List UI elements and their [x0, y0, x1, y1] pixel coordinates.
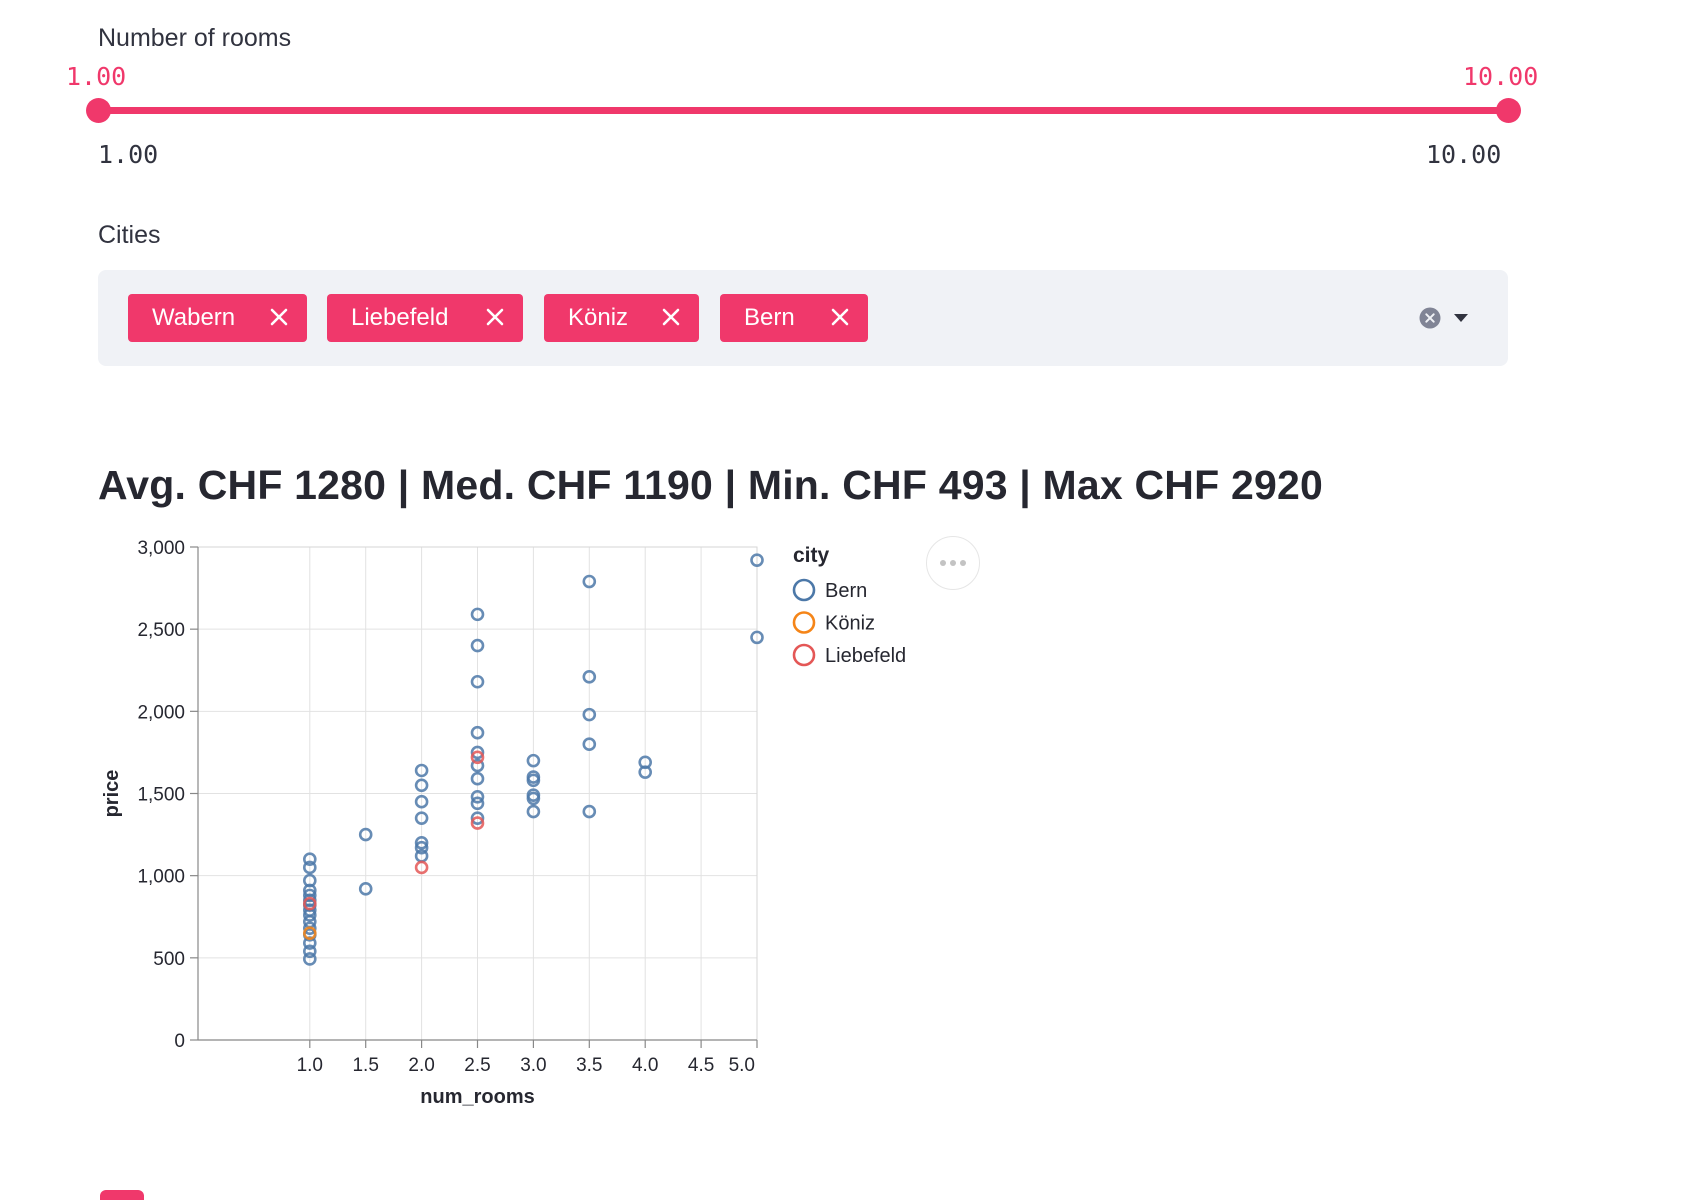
cities-label: Cities: [98, 221, 161, 249]
remove-chip-icon[interactable]: [267, 305, 291, 329]
y-tick-label: 0: [174, 1031, 185, 1052]
legend-title: city: [793, 544, 830, 567]
slider-thumb-min[interactable]: [86, 98, 111, 123]
city-chip-wabern: Wabern: [128, 294, 307, 342]
cities-multiselect[interactable]: Wabern Liebefeld Köniz Bern: [98, 270, 1508, 366]
y-tick-label: 2,000: [137, 702, 185, 723]
legend-label: Liebefeld: [825, 645, 906, 667]
chip-label: Wabern: [152, 304, 236, 331]
x-tick-label: 1.5: [352, 1055, 378, 1076]
y-tick-label: 2,500: [137, 620, 185, 641]
x-tick-label: 2.5: [464, 1055, 490, 1076]
x-tick-label: 3.0: [520, 1055, 546, 1076]
clear-circle-icon[interactable]: [1419, 307, 1441, 329]
remove-chip-icon[interactable]: [828, 305, 852, 329]
x-axis-title: num_rooms: [420, 1086, 534, 1108]
price-stats-heading: Avg. CHF 1280 | Med. CHF 1190 | Min. CHF…: [98, 462, 1323, 508]
y-tick-label: 1,500: [137, 785, 185, 806]
chip-label: Liebefeld: [351, 304, 449, 331]
legend-symbol: [792, 643, 816, 667]
city-chip-liebefeld: Liebefeld: [327, 294, 523, 342]
legend-symbol: [792, 578, 816, 602]
city-chip-bern: Bern: [720, 294, 868, 342]
slider-label: Number of rooms: [98, 24, 292, 52]
slider-range-min: 1.00: [98, 140, 159, 169]
x-tick-label: 4.5: [688, 1055, 714, 1076]
slider-current-min: 1.00: [66, 62, 127, 91]
slider-track[interactable]: [98, 107, 1508, 114]
y-axis-title: price: [101, 770, 123, 818]
more-horizontal-icon[interactable]: [926, 536, 980, 590]
remove-chip-icon[interactable]: [659, 305, 683, 329]
legend-label: Bern: [825, 580, 867, 602]
y-tick-label: 1,000: [137, 867, 185, 888]
slider-range-max: 10.00: [1426, 140, 1502, 169]
legend-label: Köniz: [825, 613, 875, 635]
scatter-chart: 0 500 1,000 1,500 2,000 2,500 3,000 1.0 1.5 2.0 2.…: [101, 538, 906, 1108]
x-tick-label: 3.5: [576, 1055, 602, 1076]
x-tick-label: 5.0: [729, 1055, 755, 1076]
chip-label: Köniz: [568, 304, 629, 331]
slider-current-max: 10.00: [1463, 62, 1539, 91]
caret-down-icon[interactable]: [1453, 313, 1469, 323]
city-chip-koniz: Köniz: [544, 294, 699, 342]
x-tick-label: 2.0: [408, 1055, 434, 1076]
remove-chip-icon[interactable]: [483, 305, 507, 329]
chip-label: Bern: [744, 304, 795, 331]
y-tick-label: 3,000: [137, 538, 185, 559]
slider-thumb-max[interactable]: [1496, 98, 1521, 123]
x-tick-label: 1.0: [297, 1055, 323, 1076]
next-widget-edge: [100, 1190, 144, 1200]
y-tick-label: 500: [153, 949, 185, 970]
legend-symbol: [792, 611, 816, 634]
x-tick-label: 4.0: [632, 1055, 658, 1076]
